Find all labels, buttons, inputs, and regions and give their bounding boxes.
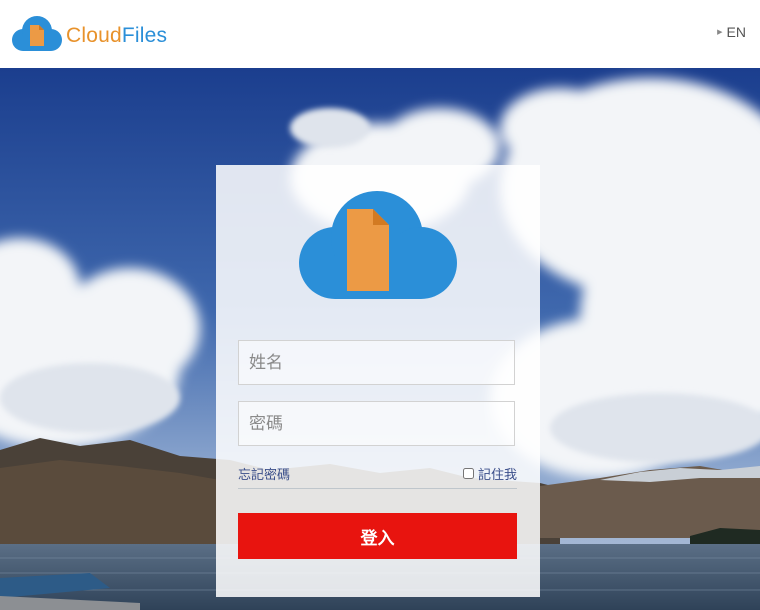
forgot-password-link[interactable]: 忘記密碼 — [238, 464, 290, 483]
username-input[interactable] — [238, 340, 515, 385]
remember-me-label: 記住我 — [477, 468, 517, 483]
brand-name: CloudFiles — [66, 24, 167, 48]
brand-logo-link[interactable]: CloudFiles — [8, 13, 167, 53]
language-switcher[interactable]: ▶ EN — [717, 24, 746, 40]
top-bar: CloudFiles ▶ EN — [0, 0, 760, 68]
remember-me[interactable]: 記住我 — [462, 464, 517, 483]
password-input[interactable] — [238, 401, 515, 446]
language-label: EN — [726, 24, 746, 40]
login-button[interactable]: 登入 — [238, 513, 517, 559]
brand-name-cloud: Cloud — [66, 24, 122, 47]
remember-me-checkbox[interactable] — [462, 468, 474, 479]
login-options-row: 忘記密碼 記住我 — [238, 464, 517, 489]
brand-name-files: Files — [121, 24, 168, 47]
cloud-file-logo-icon — [12, 16, 62, 51]
login-card: 忘記密碼 記住我 登入 — [216, 165, 540, 597]
cloud-file-logo-icon — [299, 191, 457, 299]
triangle-right-icon: ▶ — [717, 29, 723, 36]
